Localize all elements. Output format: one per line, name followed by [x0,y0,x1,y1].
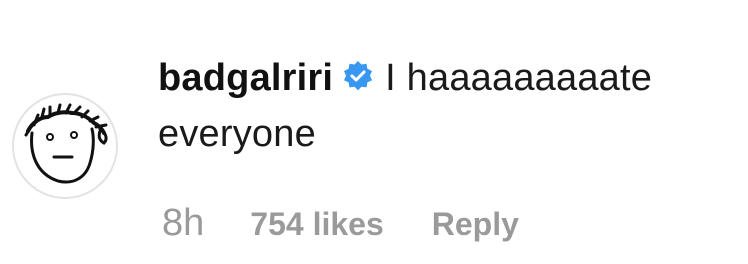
timestamp: 8h [162,202,205,244]
comment-text-part-1: I haaaaaaaaate [385,57,653,99]
comment-text-part-2: everyone [158,113,316,155]
comment-meta: 8h 754 likes Reply [162,202,519,245]
comment-line-2: everyone [158,106,728,162]
reply-button[interactable]: Reply [432,206,519,243]
comment-body: badgalriri I haaaaaaaaate everyone [158,50,728,162]
avatar[interactable] [12,93,118,199]
comment-line-1: badgalriri I haaaaaaaaate [158,50,728,106]
doodle-face-icon [24,103,108,184]
verified-badge-icon [341,54,375,91]
username[interactable]: badgalriri [158,57,333,99]
likes-count[interactable]: 754 likes [250,206,383,243]
comment: badgalriri I haaaaaaaaate everyone 8h 75… [0,0,748,264]
